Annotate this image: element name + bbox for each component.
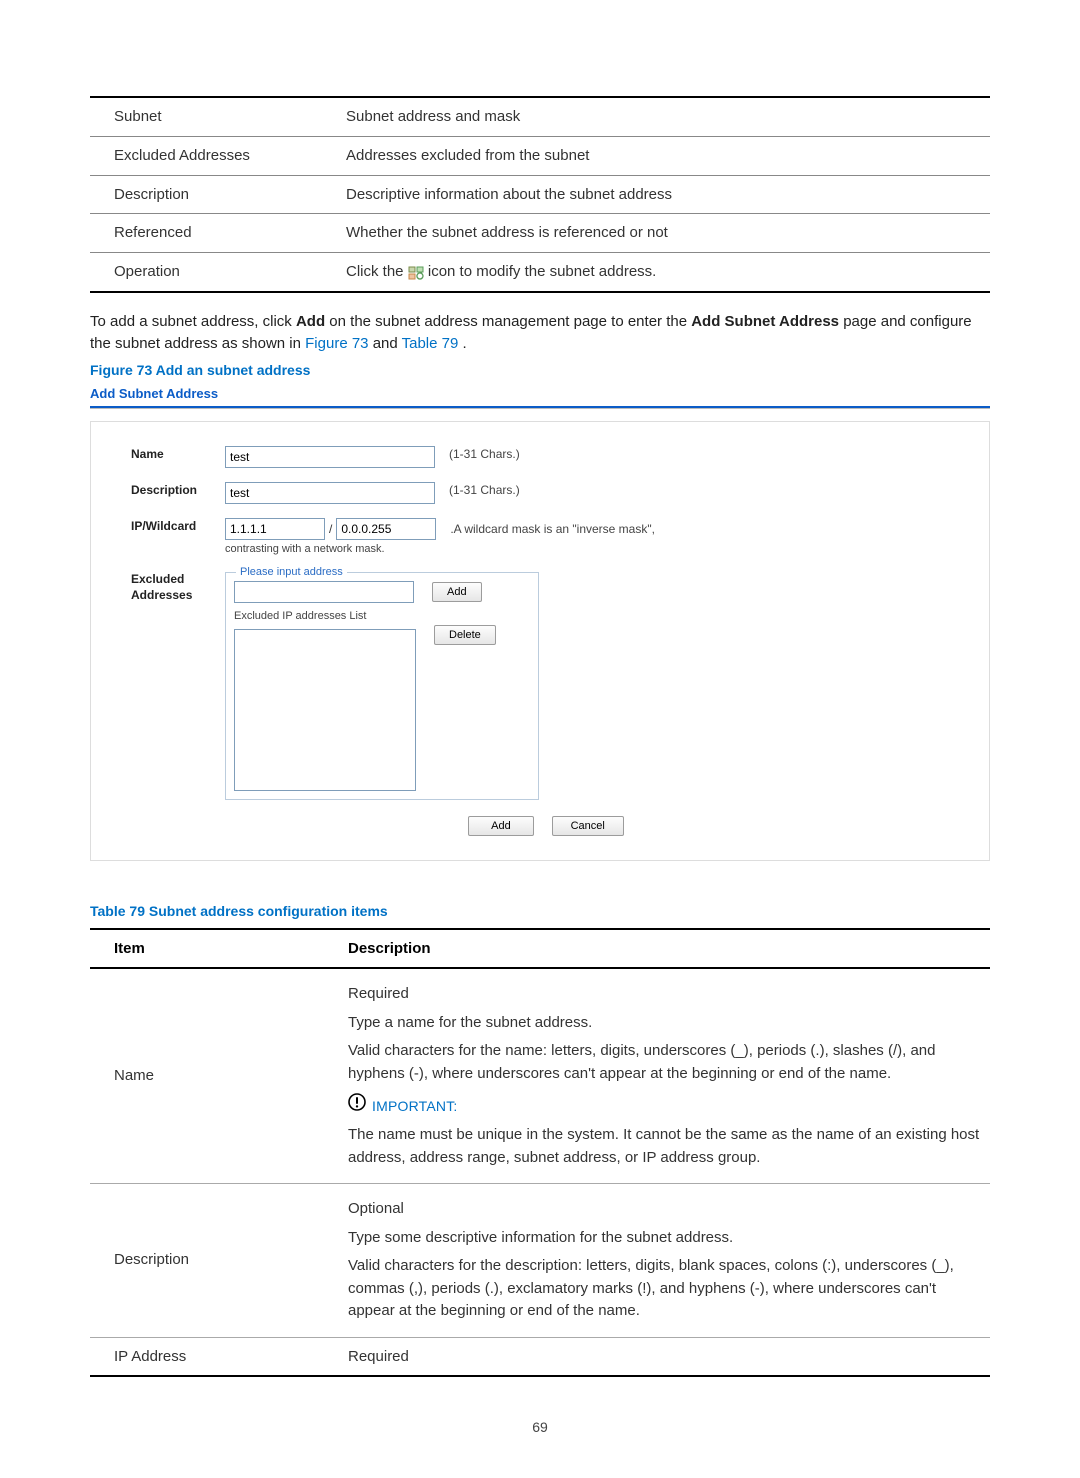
row-referenced-desc: Whether the subnet address is referenced…	[322, 214, 990, 253]
cfg-name-desc: Required Type a name for the subnet addr…	[324, 968, 990, 1183]
important-icon	[348, 1093, 366, 1118]
table-link[interactable]: Table 79	[402, 335, 459, 352]
name-input[interactable]	[225, 446, 435, 468]
fieldset-legend: Please input address	[236, 565, 347, 581]
cfg-description-item: Description	[90, 1184, 324, 1338]
form-add-button[interactable]: Add	[468, 816, 534, 836]
cfg-header-desc: Description	[324, 929, 990, 969]
description-label: Description	[131, 482, 225, 499]
name-label: Name	[131, 446, 225, 463]
slash-label: /	[329, 521, 332, 538]
row-excluded-desc: Addresses excluded from the subnet	[322, 136, 990, 175]
important-label: IMPORTANT:	[372, 1096, 458, 1116]
excluded-addresses-fieldset: Please input address Add Excluded IP add…	[225, 572, 539, 800]
row-referenced-item: Referenced	[90, 214, 322, 253]
modify-icon	[408, 265, 424, 279]
cfg-ip-desc: Required	[324, 1337, 990, 1376]
description-hint: (1-31 Chars.)	[449, 482, 520, 499]
excluded-list[interactable]	[234, 629, 416, 791]
subnet-config-table: Item Description Name Required Type a na…	[90, 928, 990, 1378]
name-hint: (1-31 Chars.)	[449, 446, 520, 463]
cfg-header-item: Item	[90, 929, 324, 969]
table-caption: Table 79 Subnet address configuration it…	[90, 901, 990, 921]
delete-excluded-button[interactable]: Delete	[434, 625, 496, 645]
figure-caption: Figure 73 Add an subnet address	[90, 360, 990, 380]
row-description-desc: Descriptive information about the subnet…	[322, 175, 990, 214]
ip-input[interactable]	[225, 518, 325, 540]
row-operation-item: Operation	[90, 253, 322, 292]
excluded-list-label: Excluded IP addresses List	[234, 609, 530, 625]
ip-wildcard-label: IP/Wildcard	[131, 518, 225, 535]
figure-link[interactable]: Figure 73	[305, 335, 368, 352]
row-subnet-item: Subnet	[90, 97, 322, 136]
row-operation-desc-before: Click the	[346, 263, 408, 280]
cfg-ip-item: IP Address	[90, 1337, 324, 1376]
screenshot-title: Add Subnet Address	[90, 385, 990, 409]
row-description-item: Description	[90, 175, 322, 214]
instruction-paragraph: To add a subnet address, click Add on th…	[90, 311, 990, 355]
excluded-addresses-label: Excluded Addresses	[131, 572, 225, 603]
cfg-name-item: Name	[90, 968, 324, 1183]
subnet-fields-table: Subnet Subnet address and mask Excluded …	[90, 96, 990, 293]
add-subnet-form: Name (1-31 Chars.) Description (1-31 Cha…	[90, 421, 990, 861]
form-cancel-button[interactable]: Cancel	[552, 816, 624, 836]
row-operation-desc-after: icon to modify the subnet address.	[428, 263, 656, 280]
page-number: 69	[90, 1417, 990, 1437]
row-subnet-desc: Subnet address and mask	[322, 97, 990, 136]
add-excluded-button[interactable]: Add	[432, 582, 482, 602]
wildcard-hint: .A wildcard mask is an "inverse mask",	[450, 521, 655, 538]
wildcard-input[interactable]	[336, 518, 436, 540]
cfg-description-desc: Optional Type some descriptive informati…	[324, 1184, 990, 1338]
wildcard-subhint: contrasting with a network mask.	[225, 542, 655, 558]
row-operation-desc: Click the icon to modify the subnet addr…	[322, 253, 990, 292]
row-excluded-item: Excluded Addresses	[90, 136, 322, 175]
excluded-address-input[interactable]	[234, 581, 414, 603]
description-input[interactable]	[225, 482, 435, 504]
